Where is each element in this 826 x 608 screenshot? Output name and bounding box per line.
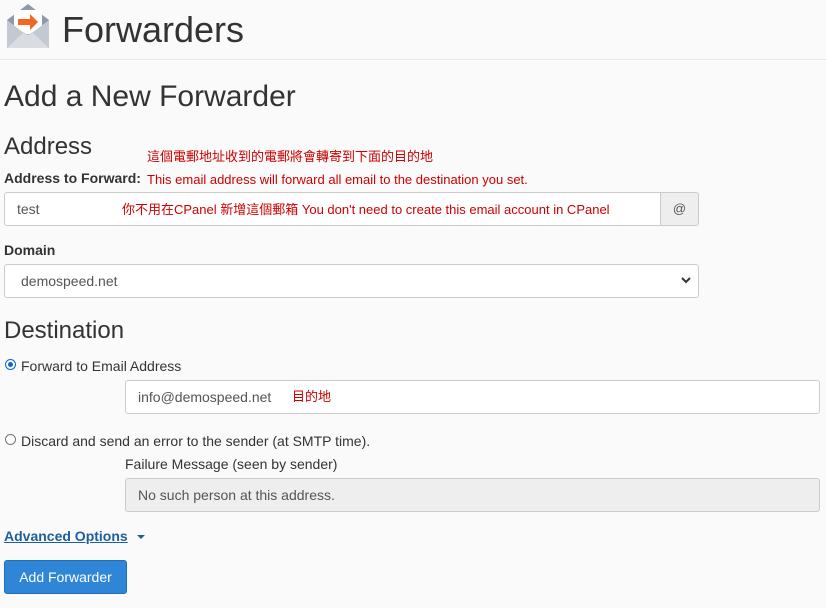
mail-forward-icon bbox=[4, 2, 52, 50]
domain-select[interactable]: demospeed.net bbox=[4, 264, 699, 298]
caret-down-icon bbox=[137, 535, 145, 539]
chevron-down-icon bbox=[681, 277, 691, 284]
destination-heading: Destination bbox=[4, 317, 125, 344]
address-note-chinese: 這個電郵地址收到的電郵將會轉寄到下面的目的地 bbox=[147, 149, 434, 164]
forward-email-input[interactable]: info@demospeed.net bbox=[125, 380, 820, 414]
add-forwarder-button[interactable]: Add Forwarder bbox=[4, 560, 127, 594]
at-symbol-addon: @ bbox=[661, 192, 699, 226]
address-input-value: test bbox=[17, 201, 40, 217]
domain-label: Domain bbox=[4, 242, 56, 258]
failure-message-value: No such person at this address. bbox=[138, 487, 335, 503]
address-note-english: This email address will forward all emai… bbox=[147, 172, 528, 187]
domain-selected-value: demospeed.net bbox=[21, 273, 118, 289]
forward-email-value: info@demospeed.net bbox=[138, 389, 272, 405]
page-title: Forwarders bbox=[62, 9, 245, 50]
address-heading: Address bbox=[4, 133, 93, 160]
address-input-note: 你不用在CPanel 新增這個郵箱 You don't need to crea… bbox=[122, 202, 610, 217]
forward-option-label[interactable]: Forward to Email Address bbox=[21, 357, 181, 375]
discard-option-label[interactable]: Discard and send an error to the sender … bbox=[21, 432, 370, 450]
section-heading: Add a New Forwarder bbox=[4, 80, 296, 113]
failure-message-input[interactable]: No such person at this address. bbox=[125, 478, 820, 512]
failure-message-label: Failure Message (seen by sender) bbox=[125, 456, 338, 472]
address-to-forward-label: Address to Forward: bbox=[4, 170, 141, 186]
forward-radio[interactable] bbox=[5, 359, 16, 370]
discard-radio[interactable] bbox=[5, 434, 16, 445]
header-divider bbox=[0, 59, 826, 60]
forward-email-note: 目的地 bbox=[292, 389, 332, 404]
advanced-options-link[interactable]: Advanced Options bbox=[4, 527, 128, 545]
